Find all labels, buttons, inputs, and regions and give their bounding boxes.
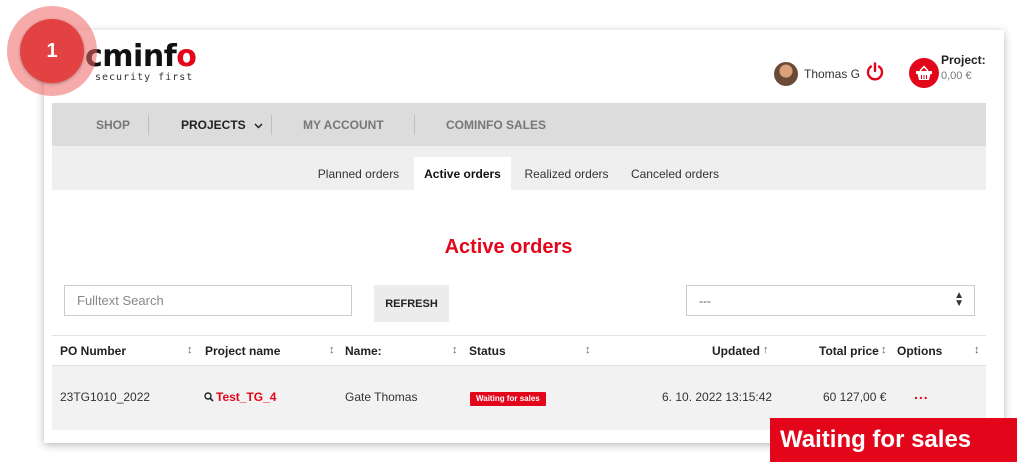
col-total-price[interactable]: Total price [819, 344, 879, 358]
status-badge: Waiting for sales [470, 392, 546, 406]
cell-project-name[interactable]: Test_TG_4 [204, 390, 276, 404]
cell-name: Gate Thomas [345, 390, 418, 404]
col-project-name[interactable]: Project name [205, 344, 280, 358]
col-updated[interactable]: Updated [712, 344, 760, 358]
col-options: Options [897, 344, 943, 358]
basket-icon [916, 65, 932, 80]
tab-canceled-orders[interactable]: Canceled orders [625, 157, 725, 190]
col-name[interactable]: Name: [345, 344, 382, 358]
sort-icon[interactable]: ↕ [585, 344, 591, 356]
search-input[interactable] [64, 285, 352, 316]
tab-active-orders[interactable]: Active orders [414, 157, 511, 190]
tab-realized-orders[interactable]: Realized orders [518, 157, 615, 190]
chevron-down-icon [254, 123, 263, 129]
sort-icon[interactable]: ↑ [763, 344, 769, 356]
sort-icon[interactable]: ↕ [452, 344, 458, 356]
nav-item-my-account[interactable]: MY ACCOUNT [303, 118, 384, 132]
nav-item-shop[interactable]: SHOP [96, 118, 130, 132]
project-basket-button[interactable] [909, 58, 939, 88]
nav-item-projects[interactable]: PROJECTS [181, 118, 263, 132]
search-icon [204, 392, 214, 402]
avatar[interactable] [774, 62, 798, 86]
nav-divider [148, 115, 149, 135]
orders-table: PO Number ↕ Project name ↕ Name: ↕ Statu… [52, 335, 986, 430]
sort-icon[interactable]: ↕ [881, 344, 887, 356]
refresh-button[interactable]: REFRESH [374, 285, 449, 322]
tab-planned-orders[interactable]: Planned orders [310, 157, 407, 190]
row-options-button[interactable]: ... [914, 386, 929, 402]
cominfo-logo[interactable]: cminfo security first [85, 39, 197, 84]
sort-icon[interactable]: ↕ [187, 344, 193, 356]
project-label: Project: [941, 53, 986, 67]
logo-wordmark: cminfo [85, 39, 197, 74]
filter-select-value: --- [699, 294, 711, 308]
project-total: 0,00 € [941, 70, 972, 82]
nav-item-cominfo-sales[interactable]: COMINFO SALES [446, 118, 546, 132]
sort-icon[interactable]: ↕ [329, 344, 335, 356]
nav-divider [271, 115, 272, 135]
select-arrows-icon: ▲ ▼ [954, 290, 964, 309]
cell-updated: 6. 10. 2022 13:15:42 [662, 390, 773, 404]
user-name[interactable]: Thomas G [804, 67, 860, 81]
sort-icon[interactable]: ↕ [974, 344, 980, 356]
table-header: PO Number ↕ Project name ↕ Name: ↕ Statu… [52, 335, 986, 366]
nav-item-projects-label: PROJECTS [181, 118, 246, 132]
cell-total-price: 60 127,00 € [823, 390, 887, 404]
page-title: Active orders [444, 236, 573, 258]
main-nav: SHOP PROJECTS MY ACCOUNT COMINFO SALES [52, 103, 986, 146]
col-status[interactable]: Status [469, 344, 506, 358]
step-badge: 1 [20, 19, 84, 83]
power-icon[interactable] [864, 61, 886, 83]
logo-tagline: security first [95, 72, 194, 83]
col-po-number[interactable]: PO Number [60, 344, 126, 358]
project-name-link[interactable]: Test_TG_4 [216, 390, 276, 404]
cell-po-number: 23TG1010_2022 [60, 390, 151, 404]
status-callout: Waiting for sales [770, 418, 1017, 462]
filter-select[interactable]: --- ▲ ▼ [686, 285, 975, 316]
nav-divider [414, 115, 415, 135]
